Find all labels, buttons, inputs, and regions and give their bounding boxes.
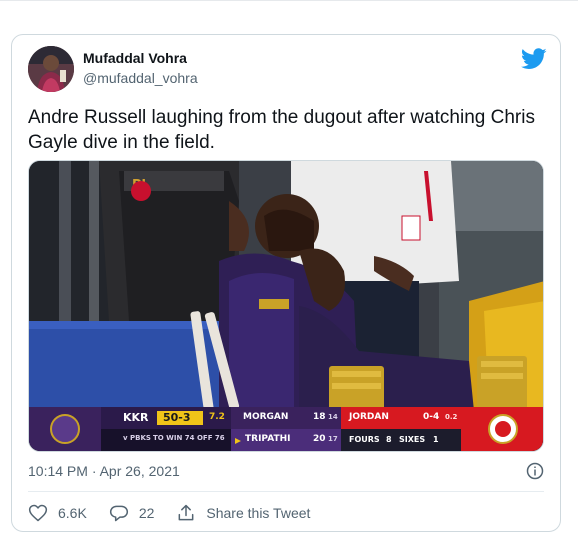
fours-count: 8 xyxy=(386,435,392,444)
like-count: 6.6K xyxy=(58,505,87,521)
author-handle[interactable]: @mufaddal_vohra xyxy=(83,68,198,88)
batter1-runs: 18 xyxy=(313,412,326,422)
twitter-bird-icon[interactable] xyxy=(521,48,547,70)
score-overs: 7.2 xyxy=(209,412,225,422)
tweet-text: Andre Russell laughing from the dugout a… xyxy=(28,107,535,153)
batter2-balls: 17 xyxy=(328,435,338,443)
fours-label: FOURS xyxy=(349,435,380,444)
batter1-name: MORGAN xyxy=(243,412,289,422)
bowler-overs: 0.2 xyxy=(445,413,458,421)
avatar[interactable] xyxy=(28,46,74,92)
info-icon[interactable] xyxy=(526,462,544,480)
score-vs: v PBKS xyxy=(123,434,151,442)
score-runs: 50-3 xyxy=(163,411,191,424)
reply-button[interactable]: 22 xyxy=(109,503,155,523)
tweet-author[interactable]: Mufaddal Vohra @mufaddal_vohra xyxy=(83,49,198,88)
reply-count: 22 xyxy=(138,505,155,521)
bowler-name: JORDAN xyxy=(349,412,389,422)
sixes-count: 1 xyxy=(433,435,439,444)
batter2-runs: 20 xyxy=(313,434,326,444)
page-top-border xyxy=(0,0,578,4)
tweet-timestamp[interactable]: 10:14 PM · Apr 26, 2021 xyxy=(28,461,180,481)
share-icon xyxy=(178,504,194,521)
tweet-photo[interactable]: Pl xyxy=(28,160,544,452)
batter1-balls: 14 xyxy=(328,413,338,421)
share-label: Share this Tweet xyxy=(206,505,311,521)
tweet-card[interactable]: Mufaddal Vohra @mufaddal_vohra Andre Rus… xyxy=(11,34,561,532)
divider xyxy=(28,491,544,492)
share-button[interactable]: Share this Tweet xyxy=(176,503,310,523)
like-button[interactable]: 6.6K xyxy=(28,503,87,523)
heart-icon xyxy=(28,504,48,522)
reply-icon xyxy=(109,505,128,522)
tweet-actions: 6.6K 22 Share this Tweet xyxy=(28,500,332,526)
score-target: TO WIN 74 OFF 76 xyxy=(153,434,225,442)
batter2-name: TRIPATHI xyxy=(245,434,291,444)
author-name[interactable]: Mufaddal Vohra xyxy=(83,49,198,67)
scoreboard-overlay: KKR 50-3 7.2 v PBKS TO WIN 74 OFF 76 MOR… xyxy=(29,407,543,451)
score-team: KKR xyxy=(123,411,149,424)
bowler-figures: 0-4 xyxy=(423,412,440,422)
sixes-label: SIXES xyxy=(399,435,426,444)
